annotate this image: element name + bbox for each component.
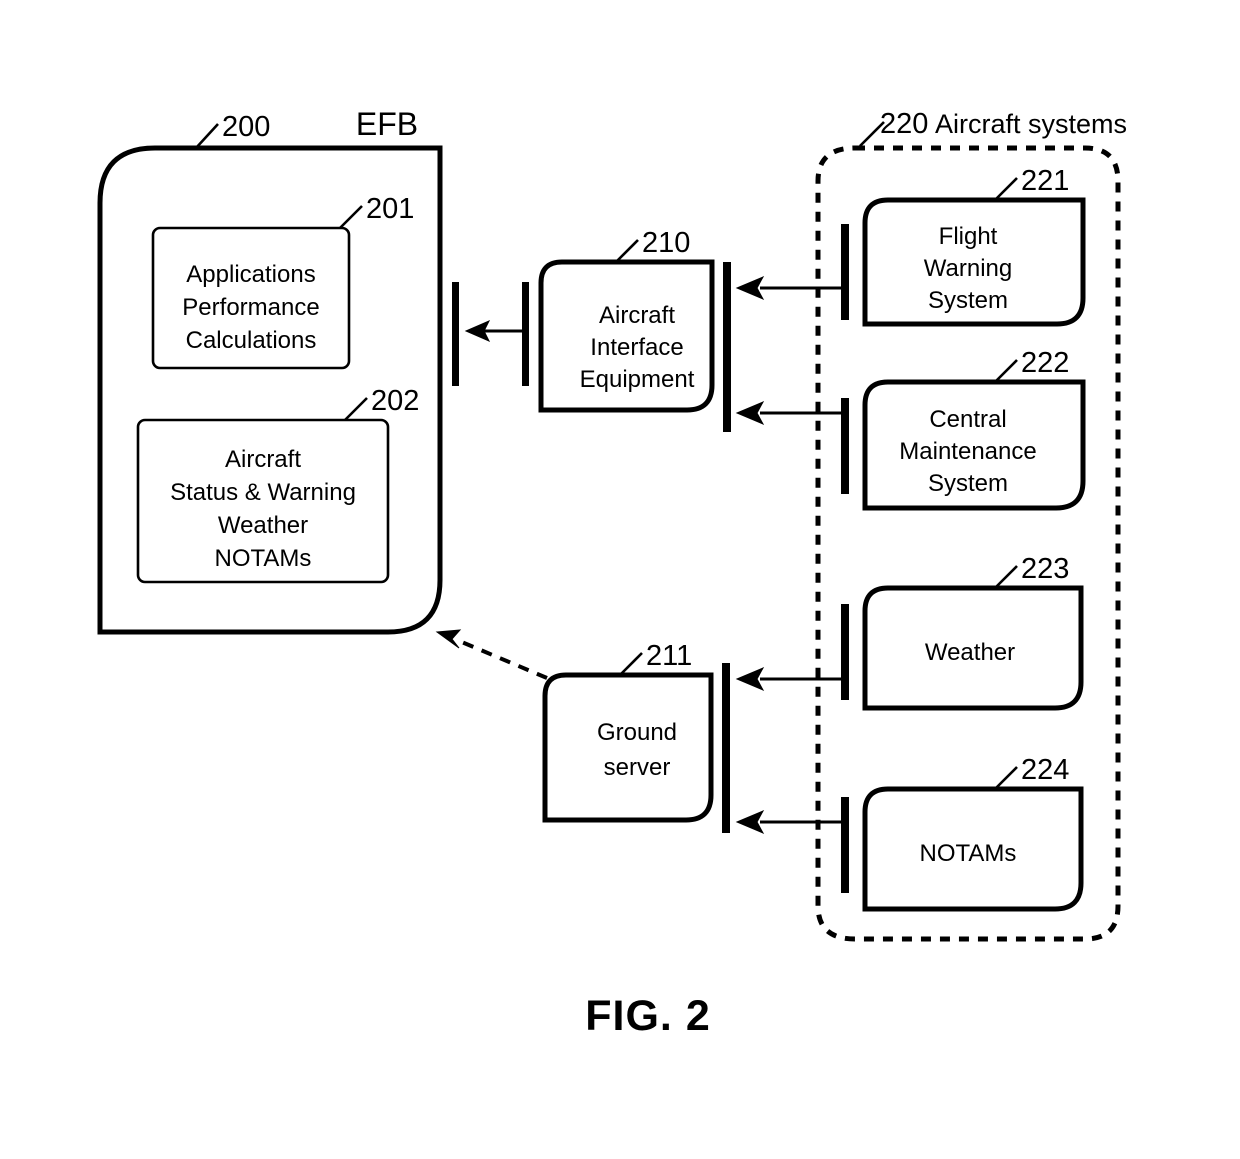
ref-number-202: 202	[371, 385, 419, 417]
aie-line-1: Aircraft	[599, 302, 675, 329]
ground-server-box	[542, 672, 714, 823]
port-bar-efb-side	[452, 282, 459, 386]
efb-block-201-line-1: Applications	[186, 261, 315, 288]
efb-title: EFB	[356, 106, 418, 142]
ref-number-220: 220	[880, 108, 928, 140]
arrow-head-fws-to-aie	[735, 275, 765, 301]
aircraft-systems-title: Aircraft systems	[935, 109, 1127, 139]
leader-line-222	[994, 359, 1018, 383]
leader-line-221	[994, 177, 1018, 201]
weather-line-1: Weather	[925, 639, 1015, 666]
ref-number-211: 211	[646, 640, 692, 672]
arrow-head-cms-to-aie	[735, 400, 765, 426]
ref-number-200: 200	[222, 111, 270, 143]
ref-number-222: 222	[1021, 347, 1069, 379]
cms-line-2: Maintenance	[899, 438, 1036, 465]
efb-block-202-line-4: NOTAMs	[215, 545, 312, 572]
connector-ground-server-to-efb	[456, 638, 548, 680]
aie-line-2: Interface	[590, 334, 683, 361]
arrow-head-notams-to-ground-server	[735, 809, 765, 835]
port-bar-cms-left	[841, 398, 849, 494]
leader-line-210	[615, 239, 639, 263]
cms-line-3: System	[928, 470, 1008, 497]
leader-line-223	[994, 565, 1018, 589]
port-bar-ground-server-right	[722, 663, 730, 833]
efb-block-202-line-2: Status & Warning	[170, 479, 356, 506]
fws-line-1: Flight	[939, 223, 998, 250]
patent-figure: EFB 200 201 Applications Performance Cal…	[0, 0, 1240, 1159]
ref-number-210: 210	[642, 227, 690, 259]
ground-server-line-1: Ground	[597, 719, 677, 746]
aie-line-3: Equipment	[580, 366, 695, 393]
efb-block-202-line-3: Weather	[218, 512, 308, 539]
efb-block-201-line-3: Calculations	[186, 327, 317, 354]
port-bar-weather-left	[841, 604, 849, 700]
leader-line-224	[994, 766, 1018, 790]
port-bar-aie-right	[723, 262, 731, 432]
diagram-canvas: EFB 200 201 Applications Performance Cal…	[97, 106, 1127, 1040]
leader-line-200	[195, 123, 219, 149]
efb-block-202-line-1: Aircraft	[225, 446, 301, 473]
ref-number-224: 224	[1021, 754, 1069, 786]
fws-line-3: System	[928, 287, 1008, 314]
port-bar-fws-left	[841, 224, 849, 320]
ref-number-223: 223	[1021, 553, 1069, 585]
fws-line-2: Warning	[924, 255, 1012, 282]
port-bar-notams-left	[841, 797, 849, 893]
ref-number-221: 221	[1021, 165, 1069, 197]
notams-line-1: NOTAMs	[920, 840, 1017, 867]
arrow-head-weather-to-ground-server	[735, 666, 765, 692]
port-bar-aie-left	[522, 282, 529, 386]
leader-line-211	[619, 652, 643, 676]
ref-number-201: 201	[366, 193, 414, 225]
figure-caption: FIG. 2	[585, 992, 710, 1040]
arrow-head-ground-server-to-efb	[435, 629, 462, 649]
cms-line-1: Central	[929, 406, 1006, 433]
efb-block-201-line-2: Performance	[182, 294, 319, 321]
ground-server-line-2: server	[604, 754, 671, 781]
